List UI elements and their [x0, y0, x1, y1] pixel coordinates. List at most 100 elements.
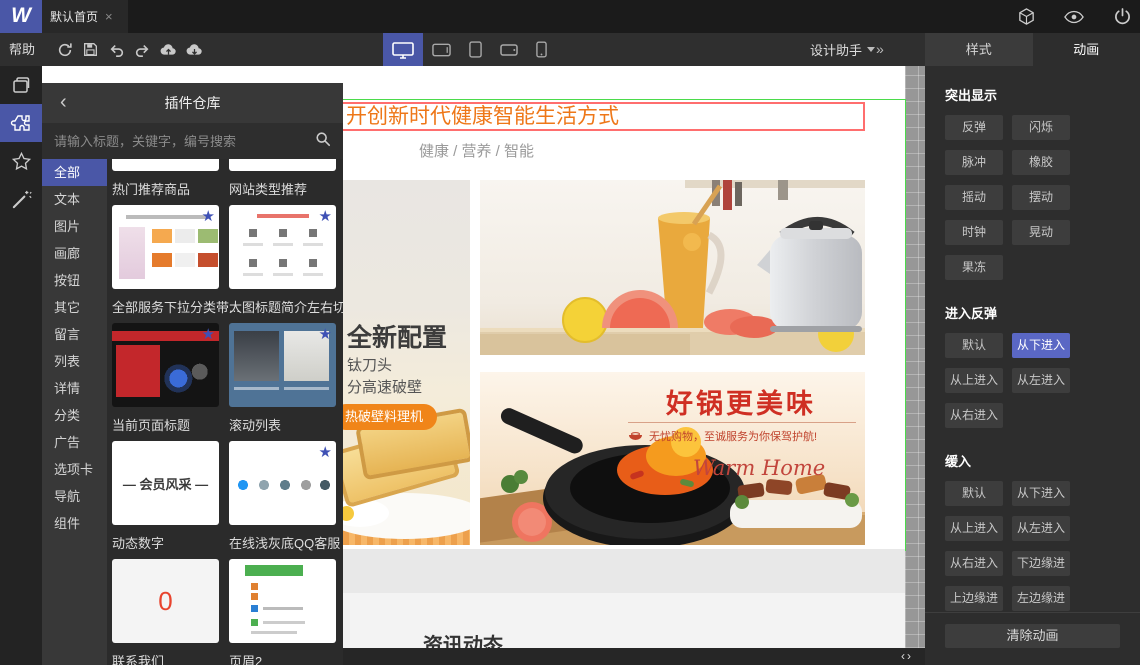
plugin-category-item[interactable]: 画廊 [42, 240, 107, 267]
plugin-category-item[interactable]: 广告 [42, 429, 107, 456]
animation-option-button[interactable]: 默认 [945, 481, 1003, 506]
plugin-item-label[interactable]: 动态数字 [112, 535, 219, 553]
animation-option-button[interactable]: 橡胶 [1012, 150, 1070, 175]
plugin-item-label[interactable]: 滚动列表 [229, 417, 336, 435]
tab-animation[interactable]: 动画 [1032, 33, 1140, 66]
plugin-item-label[interactable]: 热门推荐商品 [112, 181, 219, 199]
favorite-star-icon[interactable]: ★ [319, 443, 332, 461]
favorite-star-icon[interactable]: ★ [202, 325, 215, 343]
animation-option-button[interactable]: 从下进入 [1012, 481, 1070, 506]
clear-animation-button[interactable]: 清除动画 [945, 624, 1120, 648]
favorite-star-icon[interactable]: ★ [319, 207, 332, 225]
search-icon[interactable] [315, 131, 331, 152]
animation-option-button[interactable]: 反弹 [945, 115, 1003, 140]
device-tablet-portrait-icon[interactable] [460, 33, 491, 66]
animation-option-button[interactable]: 上边缘进 [945, 586, 1003, 611]
selected-title-element[interactable]: 开创新时代健康智能生活方式 [341, 102, 865, 131]
plugin-category-item[interactable]: 其它 [42, 294, 107, 321]
plugin-item-thumbnail[interactable]: ★ [112, 205, 219, 289]
sidebar-magic-wand-icon[interactable] [0, 180, 42, 218]
plugin-category-item[interactable]: 图片 [42, 213, 107, 240]
back-chevron-icon[interactable]: ‹ [60, 91, 67, 114]
favorite-star-icon[interactable]: ★ [319, 325, 332, 343]
animation-option-button[interactable]: 从右进入 [945, 403, 1003, 428]
wok-banner-image[interactable]: 好锅更美味 无忧购物，至诚服务为你保驾护航! Warm Home [480, 372, 865, 545]
animation-option-button[interactable]: 从上进入 [945, 516, 1003, 541]
kettle-banner-image[interactable] [480, 180, 865, 355]
promo-banner-image[interactable]: 全新配置 钛刀头 分高速破壁 热破壁料理机 [343, 180, 470, 545]
preview-eye-icon[interactable] [1064, 7, 1084, 27]
plugin-category-item[interactable]: 选项卡 [42, 456, 107, 483]
plugin-item-thumbnail[interactable]: — 会员风采 — [112, 441, 219, 525]
sidebar-pages-icon[interactable] [0, 66, 42, 104]
design-assistant-dropdown[interactable]: 设计助手 [810, 33, 876, 66]
plugin-search-input[interactable] [54, 133, 307, 149]
plugin-category-item[interactable]: 导航 [42, 483, 107, 510]
page-tab[interactable]: 默认首页 × [42, 0, 128, 33]
toolbar-more-button[interactable]: » [876, 33, 884, 66]
sidebar-plugins-icon[interactable] [0, 104, 42, 142]
power-icon[interactable] [1112, 7, 1132, 27]
device-desktop-icon[interactable] [383, 33, 423, 66]
plugin-category-item[interactable]: 留言 [42, 321, 107, 348]
plugin-item-thumbnail[interactable]: ★ [112, 323, 219, 407]
app-logo[interactable]: W [0, 0, 42, 33]
page-subtitle[interactable]: 健康 / 营养 / 智能 [419, 140, 534, 161]
plugin-item-label[interactable]: 全部服务下拉分类带... [112, 299, 240, 317]
plugin-item-thumbnail[interactable]: ★ [229, 205, 336, 289]
undo-icon[interactable] [108, 41, 125, 58]
plugin-category-item[interactable]: 分类 [42, 402, 107, 429]
animation-option-button[interactable]: 从右进入 [945, 551, 1003, 576]
promo-line1: 钛刀头 [347, 357, 393, 374]
animation-option-button[interactable]: 从左进入 [1012, 516, 1070, 541]
plugin-category-item[interactable]: 组件 [42, 510, 107, 537]
plugin-item-label[interactable]: 当前页面标题 [112, 417, 219, 435]
sidebar-favorites-icon[interactable] [0, 142, 42, 180]
plugin-card-partial[interactable] [112, 159, 219, 171]
device-tablet-landscape-icon[interactable] [423, 33, 460, 66]
animation-option-button[interactable]: 摆动 [1012, 185, 1070, 210]
plugin-item-thumbnail[interactable]: 0 [112, 559, 219, 643]
favorite-star-icon[interactable]: ★ [202, 207, 215, 225]
animation-option-button[interactable]: 从下进入 [1012, 333, 1070, 358]
animation-option-button[interactable]: 脉冲 [945, 150, 1003, 175]
plugin-item-label[interactable]: 网站类型推荐 [229, 181, 336, 199]
animation-option-button[interactable]: 从上进入 [945, 368, 1003, 393]
animation-option-button[interactable]: 时钟 [945, 220, 1003, 245]
plugin-category-item[interactable]: 列表 [42, 348, 107, 375]
plugin-item-label[interactable]: 页眉2 [229, 653, 336, 665]
animation-option-button[interactable]: 从左进入 [1012, 368, 1070, 393]
tab-style[interactable]: 样式 [925, 33, 1033, 66]
plugin-category-item[interactable]: 文本 [42, 186, 107, 213]
help-button[interactable]: 帮助 [9, 33, 35, 66]
redo-icon[interactable] [134, 41, 151, 58]
animation-option-button[interactable]: 果冻 [945, 255, 1003, 280]
plugin-item-thumbnail[interactable] [229, 559, 336, 643]
plugin-category-item[interactable]: 详情 [42, 375, 107, 402]
animation-option-button[interactable]: 晃动 [1012, 220, 1070, 245]
plugin-item-thumbnail[interactable]: ★ [229, 323, 336, 407]
components-cube-icon[interactable] [1016, 7, 1036, 27]
plugin-item-label[interactable]: 在线浅灰底QQ客服 [229, 535, 340, 553]
device-phone-portrait-icon[interactable] [527, 33, 556, 66]
plugin-category-item[interactable]: 按钮 [42, 267, 107, 294]
plugin-item-label[interactable]: 大图标题简介左右切... [229, 299, 343, 317]
animation-option-button[interactable]: 默认 [945, 333, 1003, 358]
save-icon[interactable] [82, 41, 99, 58]
animation-option-button[interactable]: 左边缘进 [1012, 586, 1070, 611]
plugin-card-partial[interactable] [229, 159, 336, 171]
animation-panel: 突出显示 反弹 闪烁 脉冲 橡胶 摇动 摆动 时钟 晃动 果冻 进入反弹 默认 从下进入 从上进入 从左进入… [925, 66, 1140, 665]
plugin-category-item[interactable]: 全部 [42, 159, 107, 186]
animation-option-button[interactable]: 下边缘进 [1012, 551, 1070, 576]
cloud-upload-icon[interactable] [160, 41, 177, 58]
plugin-item-thumbnail[interactable]: ★ [229, 441, 336, 525]
refresh-icon[interactable] [56, 41, 73, 58]
plugin-item-label[interactable]: 联系我们 [112, 653, 219, 665]
tab-close-icon[interactable]: × [105, 9, 113, 24]
animation-option-button[interactable]: 闪烁 [1012, 115, 1070, 140]
code-view-toggle[interactable]: ‹› [901, 649, 913, 663]
cloud-download-icon[interactable] [186, 41, 203, 58]
device-phone-landscape-icon[interactable] [491, 33, 527, 66]
animation-option-button[interactable]: 摇动 [945, 185, 1003, 210]
plugin-item: 全部服务下拉分类带... ★ [112, 289, 240, 407]
